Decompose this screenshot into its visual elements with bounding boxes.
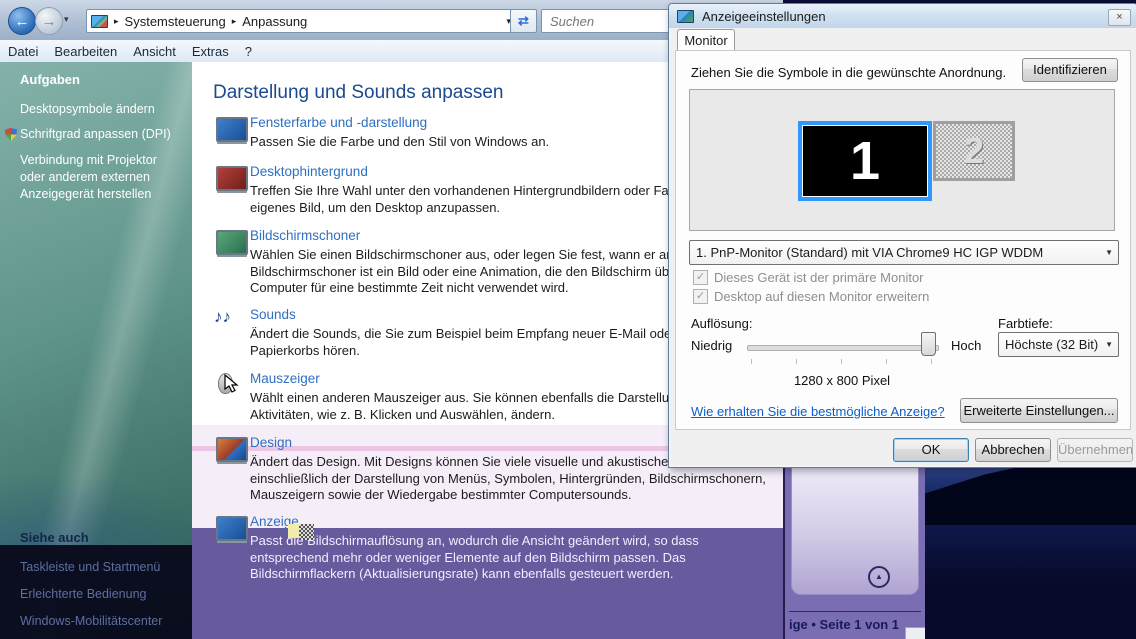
menu-ansicht[interactable]: Ansicht: [129, 42, 188, 61]
menu-hilfe[interactable]: ?: [241, 42, 264, 61]
dialog-title: Anzeigeeinstellungen: [702, 9, 826, 24]
see-also-header: Siehe auch: [20, 530, 89, 545]
display-settings-icon: [677, 10, 694, 23]
primary-monitor-checkbox[interactable]: ✓: [693, 270, 708, 285]
advanced-settings-button[interactable]: Erweiterte Einstellungen...: [960, 398, 1118, 423]
resolution-high-label: Hoch: [951, 338, 981, 353]
colordepth-selected-value: Höchste (32 Bit): [1005, 337, 1098, 352]
dialog-titlebar[interactable]: Anzeigeeinstellungen: [669, 4, 1136, 28]
extend-desktop-label: Desktop auf diesen Monitor erweitern: [714, 289, 929, 304]
close-icon[interactable]: ×: [1108, 9, 1131, 26]
desktop-background-icon: [216, 166, 248, 191]
desc-anzeige: Passt die Bildschirmauflösung an, wodurc…: [250, 533, 772, 583]
recent-pages-chevron-icon[interactable]: ▾: [64, 14, 69, 25]
sidebar-item-desktopsymbole[interactable]: Desktopsymbole ändern: [20, 101, 180, 118]
screen: ▲ ige • Seite 1 von 1 ← → ▾ ▸ Systemsteu…: [0, 0, 1136, 639]
menu-bearbeiten[interactable]: Bearbeiten: [50, 42, 129, 61]
resolution-slider-track[interactable]: [747, 345, 939, 351]
sounds-icon: ♪♪: [214, 307, 246, 333]
desktop-wallpaper: [925, 455, 1136, 639]
monitor-2[interactable]: 2: [933, 121, 1015, 181]
combo-arrow-icon: ▼: [1105, 248, 1113, 257]
breadcrumb-anpassung[interactable]: Anpassung: [242, 14, 307, 29]
slider-tick: [841, 359, 842, 364]
drag-instruction: Ziehen Sie die Symbole in die gewünschte…: [691, 65, 1006, 80]
adapter-selected-value: 1. PnP-Monitor (Standard) mit VIA Chrome…: [696, 245, 1043, 260]
ok-button[interactable]: OK: [893, 438, 969, 462]
link-mauszeiger[interactable]: Mauszeiger: [250, 371, 320, 386]
word-document-page: ▲: [791, 461, 919, 595]
scrollbar-corner[interactable]: [905, 627, 927, 639]
link-bildschirmschoner[interactable]: Bildschirmschoner: [250, 228, 360, 243]
display-settings-dialog: Anzeigeeinstellungen × Monitor Ziehen Si…: [668, 3, 1136, 468]
page-status-text: ige • Seite 1 von 1: [789, 617, 899, 632]
theme-icon: [216, 437, 248, 462]
extend-desktop-row: ✓ Desktop auf diesen Monitor erweitern: [693, 289, 929, 304]
window-color-icon: [216, 117, 248, 142]
combo-arrow-icon: ▼: [1105, 340, 1113, 349]
link-fensterfarbe[interactable]: Fensterfarbe und -darstellung: [250, 115, 427, 130]
extend-desktop-checkbox[interactable]: ✓: [693, 289, 708, 304]
address-bar[interactable]: ▸ Systemsteuerung ▸ Anpassung ▾: [86, 9, 516, 33]
colordepth-select[interactable]: Höchste (32 Bit) ▼: [998, 332, 1119, 357]
sidebar-item-mobilitaetscenter[interactable]: Windows-Mobilitätscenter: [20, 613, 180, 630]
sidebar-item-projektor[interactable]: Verbindung mit Projektor oder anderem ex…: [20, 152, 180, 203]
slider-tick: [931, 359, 932, 364]
control-panel-window: ← → ▾ ▸ Systemsteuerung ▸ Anpassung ▾ ⇄ …: [0, 0, 783, 639]
crumb-arrow-icon: ▸: [232, 16, 237, 27]
render-artifact: [288, 524, 314, 540]
background-word-window: ▲ ige • Seite 1 von 1: [783, 455, 927, 639]
menu-extras[interactable]: Extras: [188, 42, 241, 61]
link-sounds[interactable]: Sounds: [250, 307, 296, 322]
slider-tick: [796, 359, 797, 364]
primary-monitor-row: ✓ Dieses Gerät ist der primäre Monitor: [693, 270, 924, 285]
tasks-header: Aufgaben: [20, 72, 80, 87]
colordepth-label: Farbtiefe:: [998, 316, 1053, 331]
uac-shield-icon: [5, 128, 17, 141]
personalization-icon: [91, 15, 108, 28]
apply-button[interactable]: Übernehmen: [1057, 438, 1133, 462]
status-divider: [789, 611, 921, 612]
refresh-button[interactable]: ⇄: [510, 9, 537, 33]
link-design[interactable]: Design: [250, 435, 292, 450]
cancel-button[interactable]: Abbrechen: [975, 438, 1051, 462]
sidebar-item-taskleiste[interactable]: Taskleiste und Startmenü: [20, 559, 180, 576]
tab-monitor[interactable]: Monitor: [677, 29, 735, 52]
identify-button[interactable]: Identifizieren: [1022, 58, 1118, 82]
resolution-value: 1280 x 800 Pixel: [747, 373, 937, 388]
display-icon: [216, 516, 248, 541]
best-display-help-link[interactable]: Wie erhalten Sie die bestmögliche Anzeig…: [691, 404, 945, 419]
sidebar-overlay: Taskleiste und Startmenü Erleichterte Be…: [0, 545, 192, 639]
slider-tick: [751, 359, 752, 364]
tasks-sidebar: Aufgaben Desktopsymbole ändern Schriftgr…: [0, 62, 192, 639]
primary-monitor-label: Dieses Gerät ist der primäre Monitor: [714, 270, 924, 285]
sidebar-item-erleichterte-bedienung[interactable]: Erleichterte Bedienung: [20, 586, 180, 603]
resolution-label: Auflösung:: [691, 316, 752, 331]
breadcrumb-systemsteuerung[interactable]: Systemsteuerung: [125, 14, 226, 29]
mouse-cursor: [224, 374, 242, 394]
link-desktophintergrund[interactable]: Desktophintergrund: [250, 164, 368, 179]
menu-datei[interactable]: Datei: [8, 42, 50, 61]
forward-button[interactable]: →: [35, 7, 63, 35]
sidebar-item-schriftgrad[interactable]: Schriftgrad anpassen (DPI): [20, 126, 180, 143]
slider-tick: [886, 359, 887, 364]
resolution-low-label: Niedrig: [691, 338, 732, 353]
screensaver-icon: [216, 230, 248, 255]
navigation-toolbar: ← → ▾ ▸ Systemsteuerung ▸ Anpassung ▾ ⇄: [0, 0, 783, 41]
scroll-up-icon[interactable]: ▲: [868, 566, 890, 588]
back-button[interactable]: ←: [8, 7, 36, 35]
monitor-arrangement-preview[interactable]: 1 2: [689, 89, 1115, 231]
resolution-slider-thumb[interactable]: [921, 332, 936, 356]
monitor-1[interactable]: 1: [798, 121, 932, 201]
adapter-select[interactable]: 1. PnP-Monitor (Standard) mit VIA Chrome…: [689, 240, 1119, 265]
item-anzeige: Anzeige Passt die Bildschirmauflösung an…: [192, 514, 777, 592]
page-title: Darstellung und Sounds anpassen: [213, 82, 503, 104]
crumb-arrow-icon: ▸: [114, 16, 119, 27]
